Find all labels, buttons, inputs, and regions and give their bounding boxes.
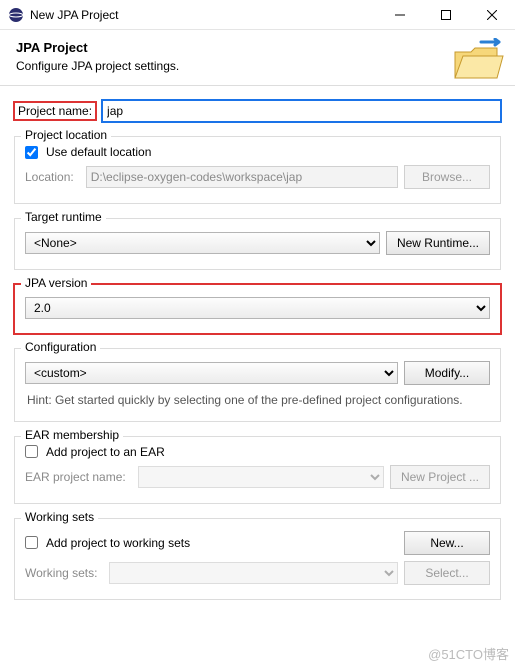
select-working-set-button: Select... [404, 561, 490, 585]
add-to-ear-checkbox[interactable] [25, 445, 38, 458]
project-name-input[interactable] [102, 100, 501, 122]
browse-button: Browse... [404, 165, 490, 189]
maximize-button[interactable] [423, 0, 469, 30]
working-sets-group: Working sets Add project to working sets… [14, 518, 501, 600]
use-default-location-checkbox[interactable] [25, 146, 38, 159]
working-sets-select [109, 562, 398, 584]
new-ear-project-button: New Project ... [390, 465, 490, 489]
configuration-select[interactable]: <custom> [25, 362, 398, 384]
configuration-group: Configuration <custom> Modify... Hint: G… [14, 348, 501, 422]
add-to-ws-label: Add project to working sets [46, 536, 190, 550]
target-runtime-group: Target runtime <None> New Runtime... [14, 218, 501, 270]
watermark: @51CTO博客 [428, 644, 509, 663]
new-runtime-button[interactable]: New Runtime... [386, 231, 490, 255]
ear-project-select [138, 466, 384, 488]
target-runtime-legend: Target runtime [21, 210, 106, 224]
eclipse-icon [8, 7, 24, 23]
ear-membership-legend: EAR membership [21, 428, 123, 442]
project-name-label: Project name: [14, 102, 96, 120]
folder-icon [451, 38, 505, 86]
project-name-row: Project name: [14, 100, 501, 122]
configuration-legend: Configuration [21, 340, 100, 354]
banner-heading: JPA Project [16, 40, 499, 55]
title-bar: New JPA Project [0, 0, 515, 30]
project-location-group: Project location Use default location Lo… [14, 136, 501, 204]
use-default-location-label: Use default location [46, 145, 151, 159]
target-runtime-select[interactable]: <None> [25, 232, 380, 254]
modify-button[interactable]: Modify... [404, 361, 490, 385]
location-label: Location: [25, 170, 74, 184]
project-location-legend: Project location [21, 128, 111, 142]
minimize-button[interactable] [377, 0, 423, 30]
ear-membership-group: EAR membership Add project to an EAR EAR… [14, 436, 501, 504]
close-button[interactable] [469, 0, 515, 30]
window-title: New JPA Project [30, 8, 377, 22]
wizard-banner: JPA Project Configure JPA project settin… [0, 30, 515, 86]
working-sets-label: Working sets: [25, 566, 97, 580]
jpa-version-select[interactable]: 2.0 [25, 297, 490, 319]
jpa-version-legend: JPA version [21, 276, 91, 290]
use-default-location-row: Use default location [25, 145, 490, 159]
add-to-ear-label: Add project to an EAR [46, 445, 165, 459]
add-to-ws-checkbox[interactable] [25, 536, 38, 549]
add-to-ws-row: Add project to working sets [25, 536, 398, 550]
location-input [86, 166, 398, 188]
configuration-hint: Hint: Get started quickly by selecting o… [27, 393, 488, 409]
jpa-version-group: JPA version 2.0 [14, 284, 501, 334]
wizard-content: Project name: Project location Use defau… [0, 86, 515, 604]
add-to-ear-row: Add project to an EAR [25, 445, 490, 459]
working-sets-legend: Working sets [21, 510, 98, 524]
ear-project-label: EAR project name: [25, 470, 126, 484]
new-working-set-button[interactable]: New... [404, 531, 490, 555]
banner-description: Configure JPA project settings. [16, 59, 499, 73]
